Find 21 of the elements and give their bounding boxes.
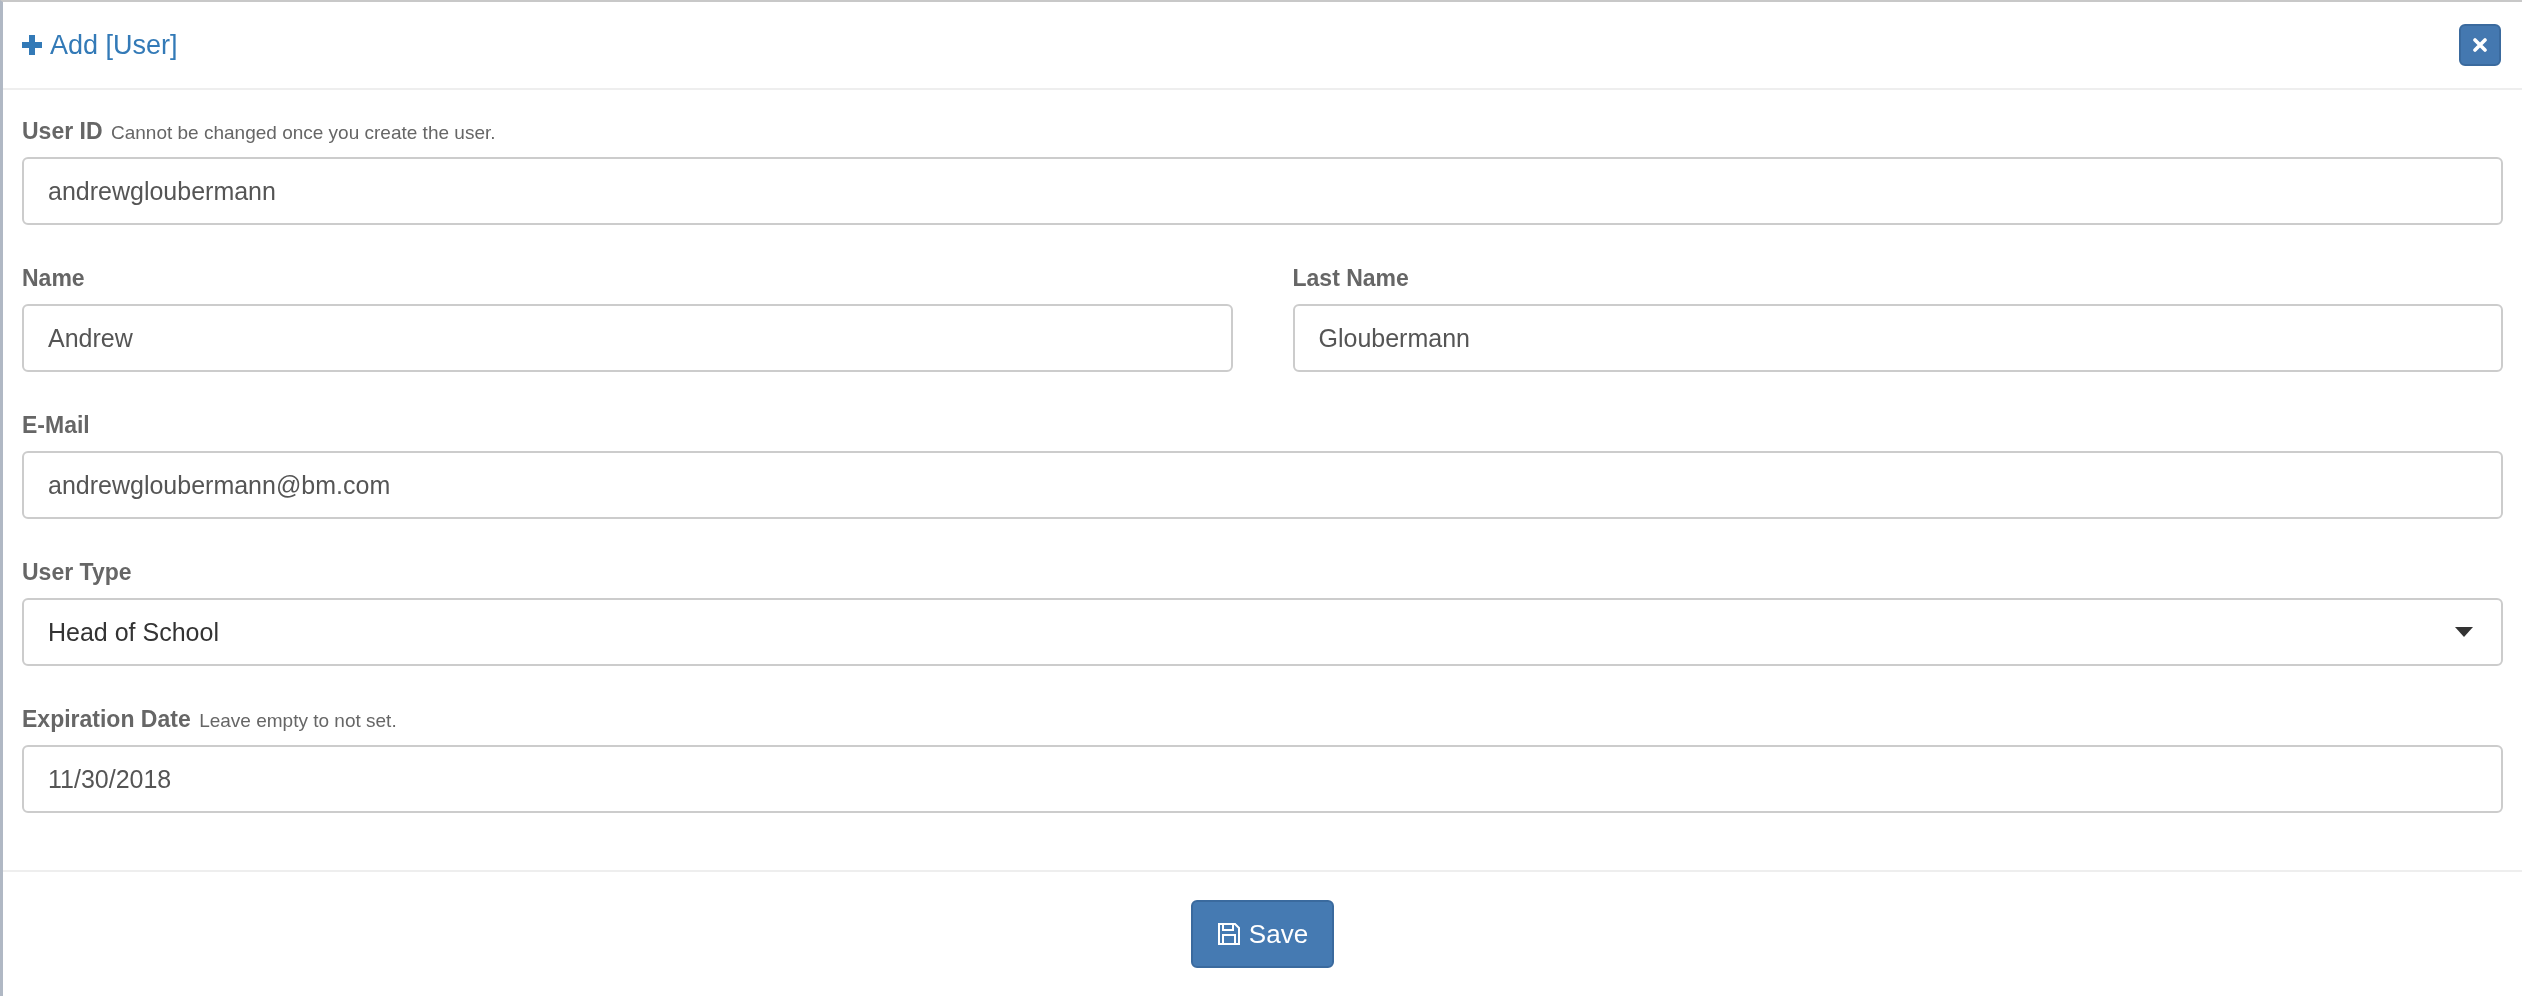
close-button[interactable] xyxy=(2459,24,2501,66)
field-label: User Type xyxy=(22,559,132,585)
input-field[interactable]: andrewgloubermann@bm.com xyxy=(22,451,2503,519)
field-label: Name xyxy=(22,265,85,291)
select-value: Head of School xyxy=(48,617,219,647)
field-label: Expiration Date xyxy=(22,706,191,732)
save-button[interactable]: Save xyxy=(1190,900,1335,968)
field-label: User ID xyxy=(22,118,103,144)
close-icon xyxy=(2473,38,2487,52)
field-label: Last Name xyxy=(1292,265,1409,291)
dropdown-caret-icon xyxy=(2455,627,2473,637)
input-field[interactable]: andrewgloubermann xyxy=(22,157,2503,225)
input-field[interactable]: Gloubermann xyxy=(1292,304,2503,372)
input-field[interactable]: 11/30/2018 xyxy=(22,745,2503,813)
title-text: Add [User] xyxy=(50,29,178,61)
input-field[interactable]: Andrew xyxy=(22,304,1233,372)
field-label: E-Mail xyxy=(22,412,90,438)
field-hint: Cannot be changed once you create the user. xyxy=(111,122,496,143)
select-field[interactable]: Head of School xyxy=(22,598,2503,666)
field-hint: Leave empty to not set. xyxy=(199,710,397,731)
plus-icon xyxy=(22,35,42,55)
